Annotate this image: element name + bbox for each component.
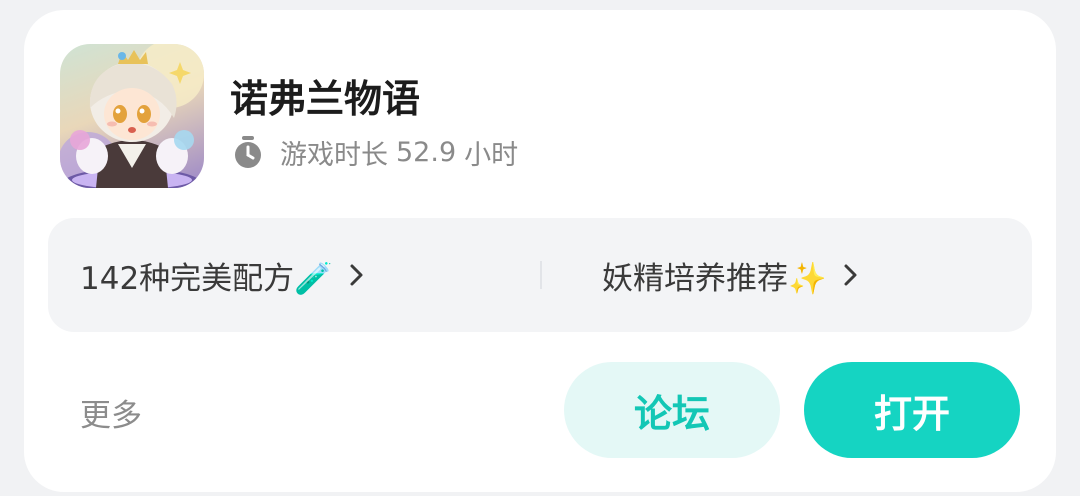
- link-fairy-training[interactable]: 妖精培养推荐✨: [602, 218, 861, 332]
- playtime-value: 52.9: [396, 136, 457, 168]
- link-perfect-recipes-label: 142种完美配方🧪: [80, 260, 333, 297]
- playtime-row: 游戏时长 52.9 小时: [230, 134, 519, 171]
- playtime-label: 游戏时长: [280, 139, 388, 171]
- forum-button[interactable]: 论坛: [564, 362, 780, 458]
- open-button[interactable]: 打开: [804, 362, 1020, 458]
- chevron-right-icon: [844, 264, 857, 286]
- playtime-unit: 小时: [464, 139, 519, 171]
- more-link[interactable]: 更多: [80, 390, 142, 435]
- quick-links-panel: 142种完美配方🧪 妖精培养推荐✨: [48, 218, 1032, 332]
- game-cover-art-icon[interactable]: [60, 44, 204, 188]
- links-divider: [540, 261, 542, 289]
- game-title[interactable]: 诺弗兰物语: [230, 68, 420, 123]
- link-fairy-training-label: 妖精培养推荐✨: [602, 260, 827, 297]
- stopwatch-icon: [235, 136, 261, 168]
- link-perfect-recipes[interactable]: 142种完美配方🧪: [80, 218, 367, 332]
- chevron-right-icon: [350, 264, 363, 286]
- game-card: 诺弗兰物语 游戏时长 52.9 小时 142种完美配方🧪 妖精培养推荐✨ 更多 …: [24, 10, 1056, 492]
